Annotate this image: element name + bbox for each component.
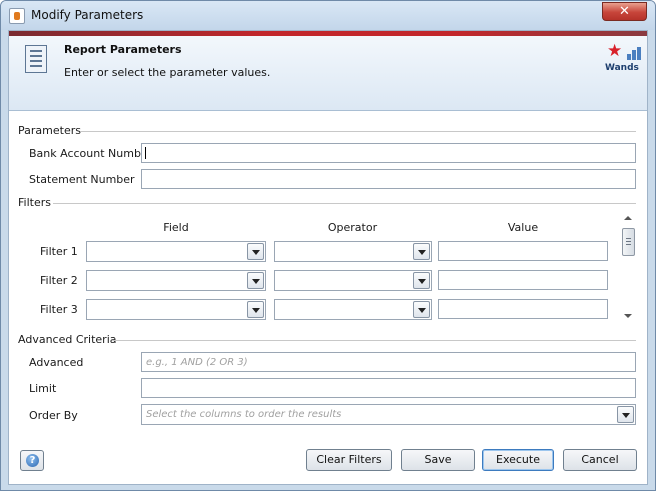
filter-1-operator-select[interactable] xyxy=(274,241,432,262)
filter-2-field-select[interactable] xyxy=(86,270,266,291)
help-icon: ? xyxy=(26,454,39,467)
chevron-down-icon[interactable] xyxy=(247,301,264,318)
cancel-button[interactable]: Cancel xyxy=(563,449,637,471)
title-bar: Modify Parameters ✕ xyxy=(1,1,655,30)
filters-divider xyxy=(53,203,636,204)
order-by-select[interactable] xyxy=(141,404,636,425)
window-title: Modify Parameters xyxy=(31,8,144,22)
parameters-divider xyxy=(80,131,636,132)
order-by-label: Order By xyxy=(29,409,78,422)
header-banner: Report Parameters Enter or select the pa… xyxy=(9,31,647,111)
help-button[interactable]: ? xyxy=(20,450,44,471)
chevron-down-icon[interactable] xyxy=(413,272,430,289)
filter-2-operator-select[interactable] xyxy=(274,270,432,291)
filter-3-operator-select[interactable] xyxy=(274,299,432,320)
filter-1-field-select[interactable] xyxy=(86,241,266,262)
filters-section-label: Filters xyxy=(18,196,51,209)
filter-2-label: Filter 2 xyxy=(40,274,78,287)
banner-stripe xyxy=(9,31,647,36)
advanced-label: Advanced xyxy=(29,356,84,369)
scrollbar-thumb[interactable] xyxy=(622,228,635,256)
close-button[interactable]: ✕ xyxy=(602,2,647,21)
chevron-down-icon[interactable] xyxy=(247,243,264,260)
filter-field-header: Field xyxy=(163,221,189,234)
filter-value-header: Value xyxy=(507,221,539,234)
statement-number-label: Statement Number xyxy=(29,173,135,186)
chevron-down-icon[interactable] xyxy=(247,272,264,289)
banner-subtitle: Enter or select the parameter values. xyxy=(64,66,271,79)
filter-1-label: Filter 1 xyxy=(40,245,78,258)
save-button[interactable]: Save xyxy=(401,449,475,471)
document-list-icon xyxy=(25,45,47,73)
order-by-field[interactable] xyxy=(142,405,612,424)
advanced-criteria-input[interactable] xyxy=(141,352,636,372)
bank-account-input[interactable] xyxy=(141,143,636,163)
limit-input[interactable] xyxy=(141,378,636,398)
statement-number-input[interactable] xyxy=(141,169,636,189)
filter-3-value-input[interactable] xyxy=(438,299,608,319)
scroll-down-arrow-icon[interactable] xyxy=(624,314,632,318)
parameters-section-label: Parameters xyxy=(18,124,81,137)
filters-scrollbar[interactable] xyxy=(621,211,636,323)
advanced-criteria-section-label: Advanced Criteria xyxy=(18,333,117,346)
filter-1-value-input[interactable] xyxy=(438,241,608,261)
chevron-down-icon[interactable] xyxy=(413,301,430,318)
filter-3-field-select[interactable] xyxy=(86,299,266,320)
wands-logo: ★ Wands xyxy=(605,43,641,73)
filter-operator-header: Operator xyxy=(327,221,378,234)
java-app-icon xyxy=(9,8,25,24)
limit-label: Limit xyxy=(29,382,57,395)
advanced-criteria-divider xyxy=(112,340,636,341)
clear-filters-button[interactable]: Clear Filters xyxy=(306,449,392,471)
chevron-down-icon[interactable] xyxy=(413,243,430,260)
scroll-up-arrow-icon[interactable] xyxy=(624,216,632,220)
filter-2-value-input[interactable] xyxy=(438,270,608,290)
text-caret xyxy=(145,147,146,159)
bank-account-label: Bank Account Number xyxy=(29,147,153,160)
banner-title: Report Parameters xyxy=(64,43,182,56)
chevron-down-icon[interactable] xyxy=(617,406,634,423)
star-icon: ★ xyxy=(607,41,623,61)
filter-3-label: Filter 3 xyxy=(40,303,78,316)
execute-button[interactable]: Execute xyxy=(482,449,554,471)
wands-logo-text: Wands xyxy=(605,63,639,73)
